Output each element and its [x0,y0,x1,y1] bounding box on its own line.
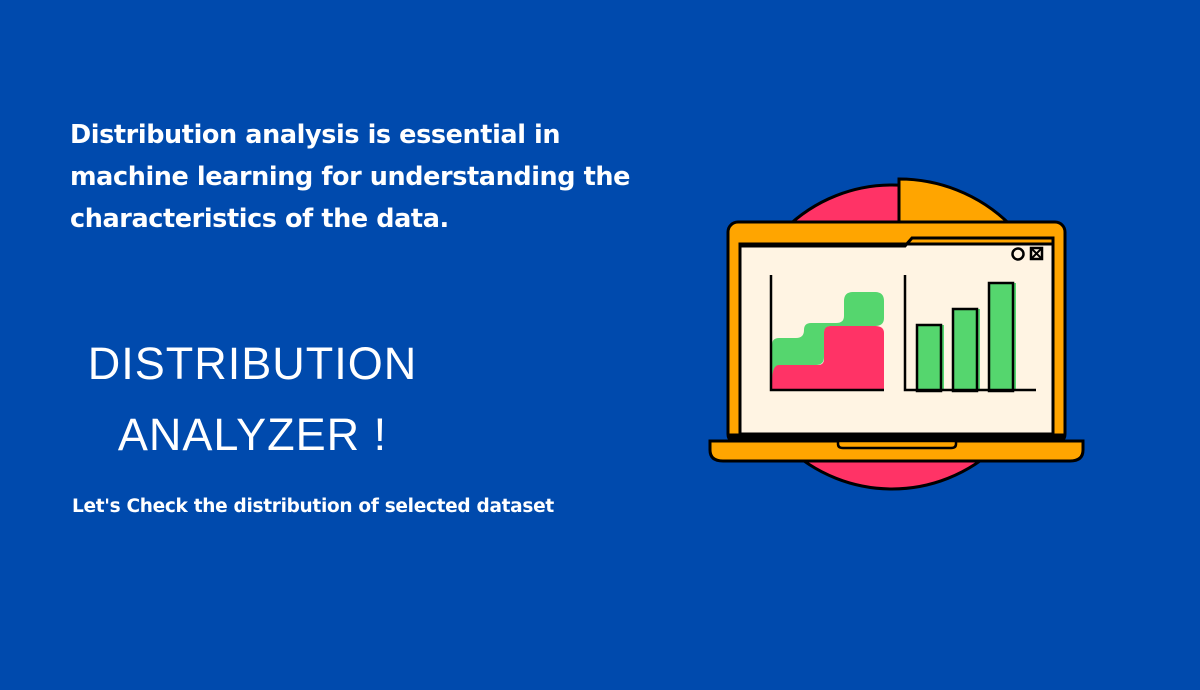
banner: Distribution analysis is essential in ma… [0,0,1200,690]
tagline: Let's Check the distribution of selected… [72,496,554,517]
headline: DISTRIBUTION ANALYZER ! [70,328,435,470]
intro-paragraph: Distribution analysis is essential in ma… [70,114,640,240]
bar [915,323,944,393]
intro-line-3: characteristics of the data. [70,204,449,234]
laptop-notch [836,439,958,450]
intro-line-1: Distribution analysis is essential in [70,120,561,150]
intro-line-2: machine learning for understanding the [70,162,631,192]
bar [987,281,1016,393]
bar [951,307,980,393]
laptop-with-charts-icon [700,170,1095,500]
headline-line-2: ANALYZER ! [117,409,388,460]
headline-line-1: DISTRIBUTION [87,338,418,389]
